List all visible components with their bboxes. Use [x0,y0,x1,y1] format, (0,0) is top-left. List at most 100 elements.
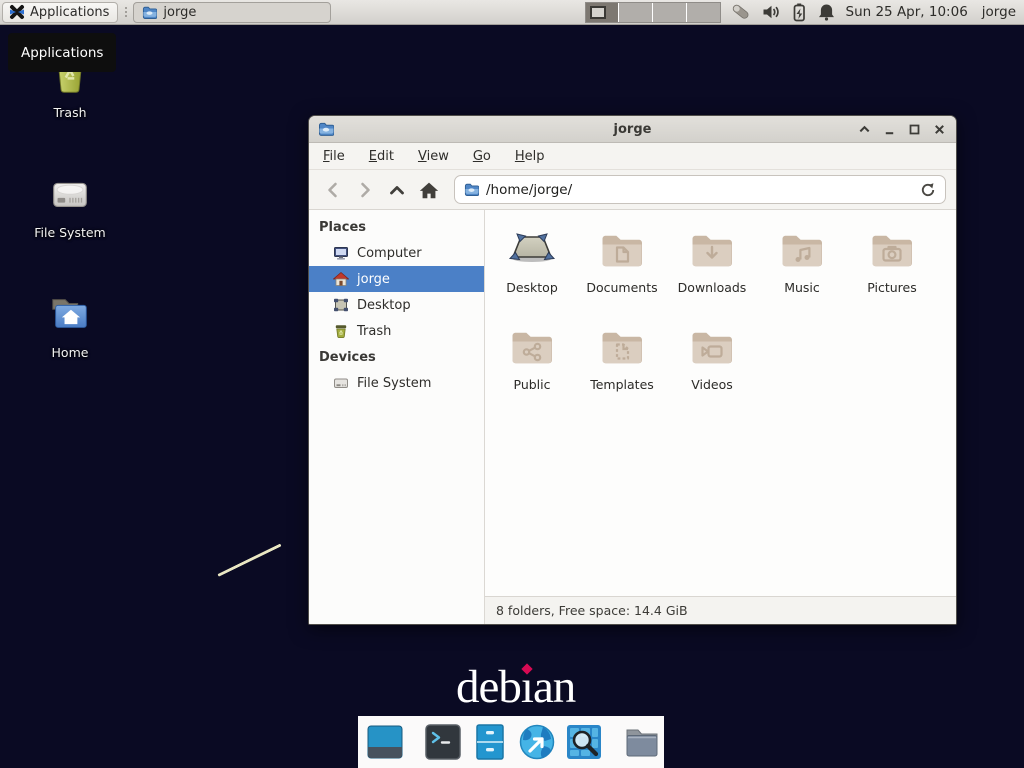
folder-label: Documents [586,280,657,295]
folder-label: Videos [691,377,733,392]
screen: debıan Trash File System [0,0,1024,768]
location-folder-icon [464,182,479,197]
documents-folder-icon [598,225,646,273]
sidebar-item-label: Desktop [357,298,411,313]
taskbar-window-label: jorge [163,5,196,20]
workspace-2[interactable] [618,3,652,22]
show-desktop-icon [365,722,405,762]
file-list: Desktop Documents [485,210,956,596]
application-finder-launcher[interactable] [564,722,604,762]
battery-tray-icon[interactable] [790,2,808,22]
terminal-launcher[interactable] [423,722,463,762]
desktop-icon-home[interactable]: Home [24,290,116,360]
applications-menu-button[interactable]: Applications [2,2,118,23]
reload-button[interactable] [920,182,936,198]
web-browser-launcher[interactable] [517,722,557,762]
up-button[interactable] [383,176,410,203]
applications-menu-label: Applications [30,5,109,20]
status-text: 8 folders, Free space: 14.4 GiB [496,603,688,618]
home-button[interactable] [415,176,442,203]
workspace-switcher[interactable] [585,2,721,23]
folder-label: Pictures [867,280,917,295]
debian-wallpaper-logo: debıan [456,660,575,714]
file-cabinet-icon [470,722,510,762]
sidebar-item-label: Trash [357,324,391,339]
close-button[interactable] [931,121,947,137]
menu-help[interactable]: Help [515,149,545,164]
folder-public[interactable]: Public [487,322,577,419]
folder-documents[interactable]: Documents [577,225,667,322]
file-manager-window: jorge File Edit View Go Help [308,115,957,625]
menu-file[interactable]: File [323,149,345,164]
folder-label: Downloads [678,280,747,295]
sidebar-item-label: Computer [357,246,422,261]
panel-username[interactable]: jorge [982,4,1016,20]
taskbar-grip[interactable] [122,4,129,20]
gray-folder-icon [622,722,662,762]
volume-tray-icon[interactable] [761,2,781,22]
workspace-3[interactable] [652,3,686,22]
window-folder-icon [318,121,334,137]
templates-folder-icon [598,322,646,370]
sidebar-item-label: File System [357,376,431,391]
logo-text: an [533,661,575,713]
downloads-folder-icon [688,225,736,273]
desktop-icon-label: Trash [53,105,86,120]
logo-i-diamond: ı [521,661,533,713]
globe-browser-icon [517,722,557,762]
public-folder-icon [508,322,556,370]
statusbar: 8 folders, Free space: 14.4 GiB [485,596,956,624]
sidebar: Places Computer [309,210,485,624]
notifications-tray-icon[interactable] [817,2,836,22]
stylus-tray-icon[interactable] [731,2,752,22]
folder-templates[interactable]: Templates [577,322,667,419]
panel-clock[interactable]: Sun 25 Apr, 10:06 [846,4,968,20]
sidebar-item-trash[interactable]: Trash [309,318,484,344]
applications-tooltip: Applications [8,33,116,72]
location-path[interactable]: /home/jorge/ [486,182,572,198]
back-button[interactable] [319,176,346,203]
sidebar-item-desktop[interactable]: Desktop [309,292,484,318]
maximize-button[interactable] [906,121,922,137]
folder-music[interactable]: Music [757,225,847,322]
home-folder-icon [47,290,93,338]
forward-button[interactable] [351,176,378,203]
desktop-stray-line [217,543,281,576]
trash-icon [333,323,349,339]
toolbar: /home/jorge/ [309,170,956,210]
app-finder-icon [564,722,604,762]
folder-videos[interactable]: Videos [667,322,757,419]
workspace-1[interactable] [586,3,619,22]
sidebar-item-file-system[interactable]: File System [309,370,484,396]
directory-menu-button[interactable] [622,722,662,762]
folder-label: Desktop [506,280,558,295]
workspace-4[interactable] [686,3,720,22]
desktop-icon-file-system[interactable]: File System [24,170,116,240]
folder-desktop[interactable]: Desktop [487,225,577,322]
show-desktop-button[interactable] [365,722,405,762]
videos-folder-icon [688,322,736,370]
file-manager-launcher[interactable] [470,722,510,762]
desktop-icon-label: File System [34,225,106,240]
terminal-icon [423,722,463,762]
window-titlebar[interactable]: jorge [309,116,956,143]
sidebar-header-places: Places [309,214,484,240]
hard-drive-icon [333,375,349,391]
dock [358,716,664,768]
shade-button[interactable] [856,121,872,137]
menu-go[interactable]: Go [473,149,491,164]
location-bar[interactable]: /home/jorge/ [454,175,946,204]
desktop-special-icon [508,225,556,273]
menu-view[interactable]: View [418,149,449,164]
computer-icon [333,245,349,261]
top-panel: Applications jorge [0,0,1024,25]
taskbar-window-button[interactable]: jorge [133,2,331,23]
folder-downloads[interactable]: Downloads [667,225,757,322]
folder-label: Music [784,280,820,295]
menubar: File Edit View Go Help [309,143,956,170]
menu-edit[interactable]: Edit [369,149,394,164]
sidebar-item-jorge[interactable]: jorge [309,266,484,292]
sidebar-item-computer[interactable]: Computer [309,240,484,266]
minimize-button[interactable] [881,121,897,137]
folder-pictures[interactable]: Pictures [847,225,937,322]
